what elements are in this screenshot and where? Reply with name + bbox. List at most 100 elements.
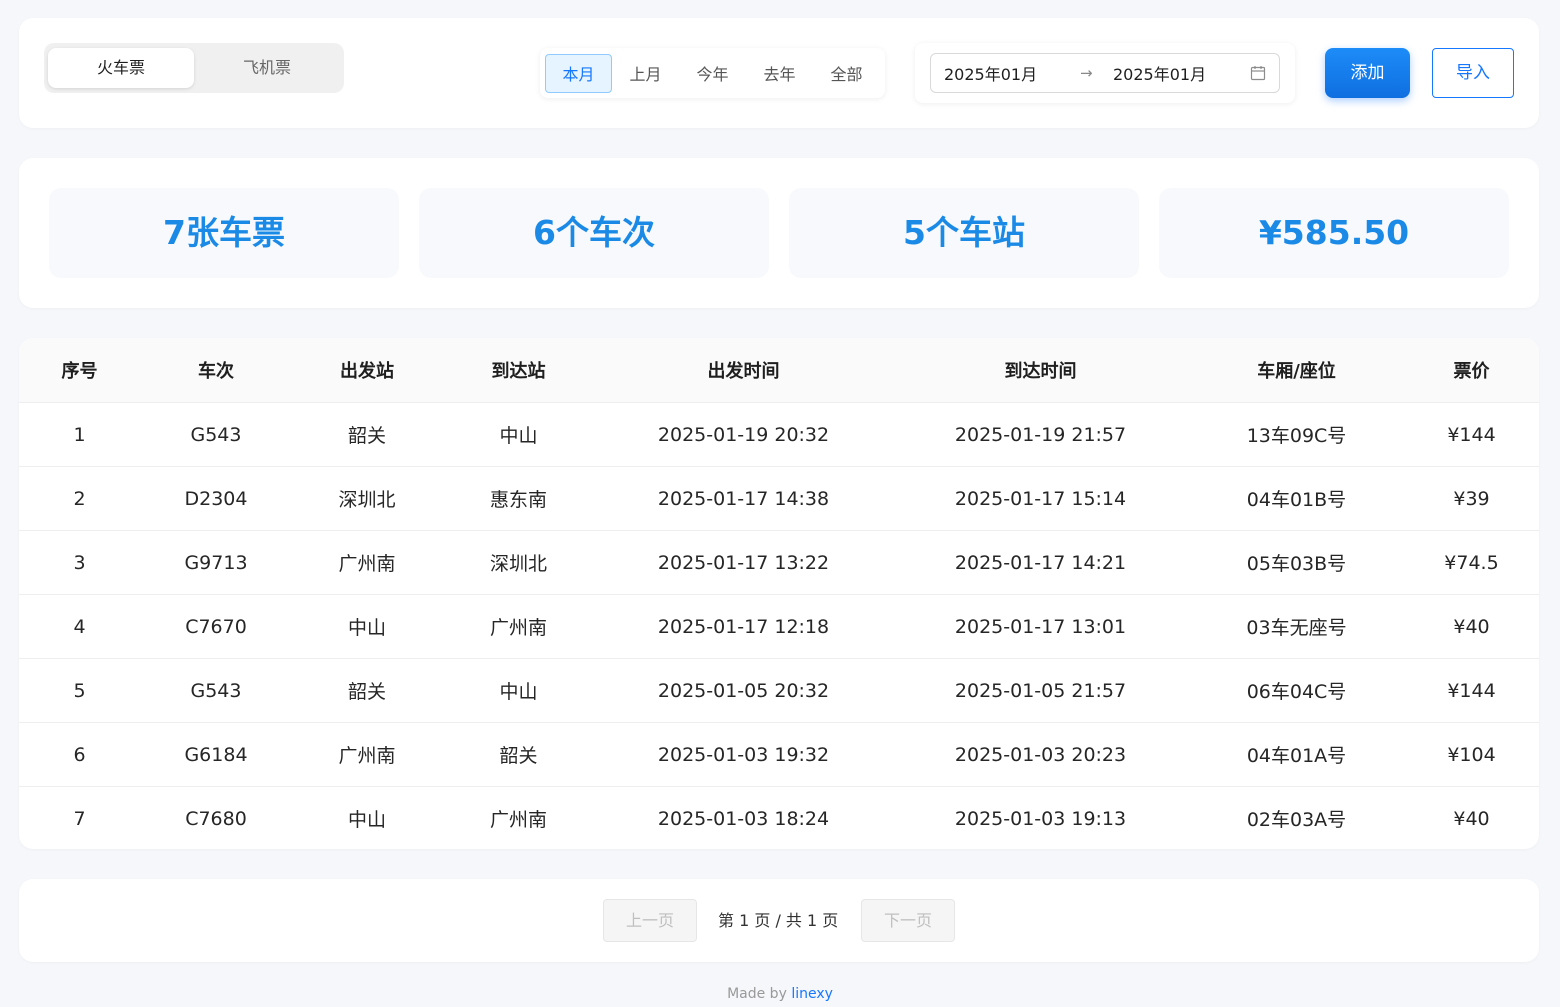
cell-price: ¥39 [1404, 466, 1539, 531]
next-page-button[interactable]: 下一页 [861, 899, 955, 942]
cell-departure-time: 2025-01-03 18:24 [657, 807, 830, 830]
cell-price: ¥40 [1404, 594, 1539, 659]
ticket-table-card: 序号 车次 出发站 到达站 出发时间 到达时间 车厢/座位 票价 1 G543 韶关 中山 2025-… [19, 338, 1539, 849]
header-col-index: 序号 [19, 338, 140, 403]
cell-departure-station: 中山 [347, 809, 386, 831]
header-col-arrival-station: 到达站 [442, 338, 595, 403]
footer: Made by linexy [0, 986, 1560, 1002]
date-from-input[interactable]: 2025年01月 [944, 61, 1080, 85]
arrow-right-icon: → [1080, 64, 1093, 82]
cell-index: 7 [73, 807, 86, 830]
cell-departure-time: 2025-01-17 12:18 [595, 594, 892, 659]
tab-train-ticket[interactable]: 火车票 [48, 48, 194, 88]
prev-page-button[interactable]: 上一页 [603, 899, 697, 942]
header-col-departure-time: 出发时间 [595, 338, 892, 403]
stat-ticket-count: 7张车票 [49, 188, 399, 278]
range-last-month-button[interactable]: 上月 [612, 54, 679, 93]
cell-car-seat: 13车09C号 [1189, 402, 1404, 467]
cell-departure-time: 2025-01-03 19:32 [595, 722, 892, 787]
stat-total-amount: ¥585.50 [1159, 188, 1509, 278]
cell-index: 6 [19, 722, 140, 787]
cell-train-no: G6184 [140, 722, 292, 787]
cell-arrival-time: 2025-01-17 14:21 [892, 530, 1189, 595]
cell-train-no: G543 [140, 658, 292, 723]
ticket-table: 序号 车次 出发站 到达站 出发时间 到达时间 车厢/座位 票价 1 G543 韶关 中山 2025-… [19, 338, 1539, 849]
cell-car-seat: 03车无座号 [1189, 594, 1404, 659]
cell-arrival-time: 2025-01-17 15:14 [892, 466, 1189, 531]
cell-index: 3 [19, 530, 140, 595]
add-button[interactable]: 添加 [1325, 48, 1410, 98]
cell-arrival-station: 广州南 [442, 594, 595, 659]
cell-train-no: D2304 [140, 466, 292, 531]
table-row: 1 G543 韶关 中山 2025-01-19 20:32 2025-01-19 21:5… [19, 402, 1539, 467]
table-row: 4 C7670 中山 广州南 2025-01-17 12:18 2025-01-17 13… [19, 594, 1539, 659]
stats-panel: 7张车票 6个车次 5个车站 ¥585.50 [19, 158, 1539, 308]
cell-arrival-time: 2025-01-03 19:13 [954, 807, 1127, 830]
date-range-picker[interactable]: 2025年01月 → 2025年01月 [930, 53, 1280, 93]
table-row: 2 D2304 深圳北 惠东南 2025-01-17 14:38 2025-01-17 1… [19, 466, 1539, 531]
header-col-train-no: 车次 [140, 338, 292, 403]
table-body: 1 G543 韶关 中山 2025-01-19 20:32 2025-01-19 21:5… [19, 402, 1539, 850]
cell-arrival-time: 2025-01-17 13:01 [892, 594, 1189, 659]
cell-arrival-time: 2025-01-05 21:57 [892, 658, 1189, 723]
tab-flight-ticket[interactable]: 飞机票 [194, 48, 340, 88]
range-last-year-button[interactable]: 去年 [746, 54, 813, 93]
cell-price: ¥40 [1453, 807, 1490, 830]
ticket-type-switch: 火车票 飞机票 [44, 43, 344, 93]
cell-price: ¥104 [1404, 722, 1539, 787]
cell-price: ¥144 [1404, 658, 1539, 723]
table-row: 6 G6184 广州南 韶关 2025-01-03 19:32 2025-01-03 20… [19, 722, 1539, 787]
cell-arrival-station: 中山 [442, 402, 595, 467]
calendar-icon[interactable] [1250, 65, 1266, 81]
pagination: 上一页 第 1 页 / 共 1 页 下一页 [19, 879, 1539, 962]
header-col-price: 票价 [1404, 338, 1539, 403]
date-to-input[interactable]: 2025年01月 [1113, 61, 1249, 85]
cell-departure-time: 2025-01-17 14:38 [595, 466, 892, 531]
cell-train-no: G543 [140, 402, 292, 467]
cell-car-seat: 04车01A号 [1189, 722, 1404, 787]
cell-train-no: C7680 [185, 807, 247, 830]
cell-car-seat: 05车03B号 [1189, 530, 1404, 595]
cell-arrival-time: 2025-01-19 21:57 [892, 402, 1189, 467]
cell-arrival-station: 韶关 [442, 722, 595, 787]
header-col-arrival-time: 到达时间 [892, 338, 1189, 403]
stat-train-count: 6个车次 [419, 188, 769, 278]
header-col-car-seat: 车厢/座位 [1189, 338, 1404, 403]
cell-index: 5 [19, 658, 140, 723]
cell-price: ¥74.5 [1404, 530, 1539, 595]
stat-station-count: 5个车站 [789, 188, 1139, 278]
date-range-container: 2025年01月 → 2025年01月 [915, 43, 1295, 103]
cell-arrival-time: 2025-01-03 20:23 [892, 722, 1189, 787]
cell-departure-time: 2025-01-17 13:22 [595, 530, 892, 595]
table-row: 3 G9713 广州南 深圳北 2025-01-17 13:22 2025-01-17 1… [19, 530, 1539, 595]
author-link[interactable]: linexy [791, 986, 833, 1002]
cell-arrival-station: 广州南 [489, 809, 547, 831]
range-this-month-button[interactable]: 本月 [545, 53, 612, 93]
import-button[interactable]: 导入 [1432, 48, 1514, 98]
cell-departure-time: 2025-01-05 20:32 [595, 658, 892, 723]
range-all-button[interactable]: 全部 [813, 54, 880, 93]
cell-index: 2 [19, 466, 140, 531]
table-row: 7 C7680 中山 广州南 2025-01-03 18:24 2025-01-03 19… [19, 787, 1539, 850]
cell-departure-station: 广州南 [292, 530, 442, 595]
cell-departure-station: 中山 [292, 594, 442, 659]
cell-train-no: C7670 [140, 594, 292, 659]
cell-index: 4 [19, 594, 140, 659]
toolbar: 火车票 飞机票 本月 上月 今年 去年 全部 2025年01月 → 2025年0… [19, 18, 1539, 128]
cell-train-no: G9713 [140, 530, 292, 595]
cell-departure-station: 广州南 [292, 722, 442, 787]
quick-range-group: 本月 上月 今年 去年 全部 [540, 48, 885, 98]
page-info: 第 1 页 / 共 1 页 [718, 911, 839, 930]
cell-car-seat: 06车04C号 [1189, 658, 1404, 723]
cell-arrival-station: 中山 [442, 658, 595, 723]
table-header-row: 序号 车次 出发站 到达站 出发时间 到达时间 车厢/座位 票价 [19, 338, 1539, 403]
cell-departure-station: 韶关 [292, 402, 442, 467]
cell-arrival-station: 深圳北 [442, 530, 595, 595]
cell-index: 1 [19, 402, 140, 467]
cell-departure-station: 韶关 [292, 658, 442, 723]
cell-departure-time: 2025-01-19 20:32 [595, 402, 892, 467]
cell-departure-station: 深圳北 [292, 466, 442, 531]
cell-price: ¥144 [1404, 402, 1539, 467]
header-col-departure-station: 出发站 [292, 338, 442, 403]
range-this-year-button[interactable]: 今年 [679, 54, 746, 93]
